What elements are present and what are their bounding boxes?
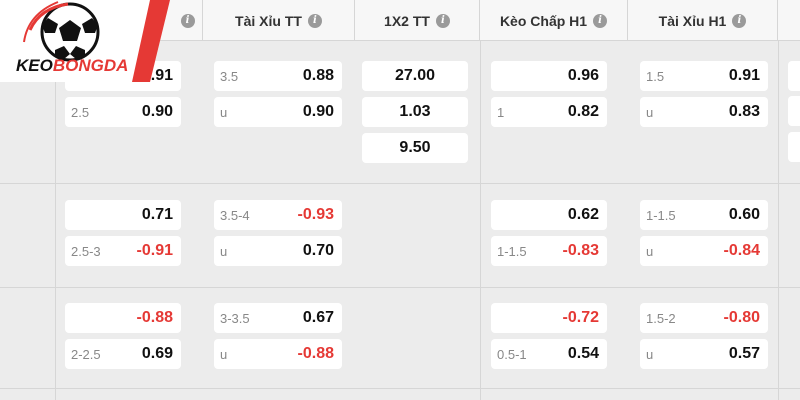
- odds-value: -0.88: [297, 345, 334, 362]
- handicap-line: 1.5-2: [646, 310, 676, 326]
- odds-cell[interactable]: u 0.57: [640, 339, 768, 369]
- header-label: Tài Xỉu TT: [235, 12, 302, 29]
- odds-cell[interactable]: u 0.90: [214, 97, 342, 127]
- handicap-line: 3.5-4: [220, 207, 250, 223]
- odds-value: -0.93: [297, 206, 334, 223]
- handicap-line: 1-1.5: [497, 243, 527, 259]
- logo-text: KEOBONGDA: [16, 56, 128, 75]
- odds-value: -0.80: [723, 309, 760, 326]
- handicap-line: u: [220, 346, 228, 362]
- odds-cell[interactable]: u 0.70: [214, 236, 342, 266]
- odds-cell-partial[interactable]: [788, 61, 800, 91]
- odds-cell[interactable]: 1-1.5 -0.83: [491, 236, 607, 266]
- keobongda-logo[interactable]: KEOBONGDA: [0, 0, 170, 82]
- odds-cell[interactable]: 1.5-2 -0.80: [640, 303, 768, 333]
- odds-cell[interactable]: 1 0.82: [491, 97, 607, 127]
- info-icon[interactable]: i: [732, 13, 747, 28]
- header-label: 1X2 TT: [384, 12, 430, 29]
- odds-value: 0.90: [141, 103, 173, 120]
- odds-cell[interactable]: u -0.88: [214, 339, 342, 369]
- odds-value: 0.88: [302, 67, 334, 84]
- odds-cell[interactable]: u -0.84: [640, 236, 768, 266]
- header-col-tai-xiu-tt: Tài Xỉu TT i: [203, 0, 355, 41]
- row-divider: [0, 183, 800, 184]
- column-divider: [778, 41, 779, 400]
- handicap-line: u: [646, 243, 654, 259]
- odds-cell[interactable]: 2-2.5 0.69: [65, 339, 181, 369]
- handicap-line: u: [220, 104, 228, 120]
- info-icon[interactable]: i: [593, 13, 608, 28]
- odds-cell-1x2[interactable]: 1.03: [362, 97, 468, 127]
- odds-cell[interactable]: 3-3.5 0.67: [214, 303, 342, 333]
- odds-value: 0.69: [141, 345, 173, 362]
- odds-value: 0.90: [302, 103, 334, 120]
- column-divider: [480, 41, 481, 400]
- odds-value: 0.71: [141, 206, 173, 223]
- odds-value: 0.70: [302, 242, 334, 259]
- handicap-line: 3-3.5: [220, 310, 250, 326]
- odds-value: 0.57: [728, 345, 760, 362]
- odds-cell[interactable]: 2.5 0.90: [65, 97, 181, 127]
- odds-value: -0.84: [723, 242, 760, 259]
- odds-value: 0.54: [567, 345, 599, 362]
- odds-cell[interactable]: 1.5 0.91: [640, 61, 768, 91]
- odds-cell[interactable]: 1-1.5 0.60: [640, 200, 768, 230]
- handicap-line: u: [646, 104, 654, 120]
- handicap-line: 1.5: [646, 68, 665, 84]
- odds-cell[interactable]: -0.72: [491, 303, 607, 333]
- odds-value: 0.83: [728, 103, 760, 120]
- odds-cell[interactable]: u 0.83: [640, 97, 768, 127]
- odds-cell[interactable]: 3.5-4 -0.93: [214, 200, 342, 230]
- odds-value: 0.82: [567, 103, 599, 120]
- header-label: Tài Xỉu H1: [658, 12, 727, 29]
- odds-value: -0.91: [136, 242, 173, 259]
- header-col-tai-xiu-h1: Tài Xỉu H1 i: [628, 0, 778, 41]
- odds-cell[interactable]: -0.88: [65, 303, 181, 333]
- odds-cell[interactable]: 0.96: [491, 61, 607, 91]
- odds-cell-1x2[interactable]: 27.00: [362, 61, 468, 91]
- row-divider: [0, 388, 800, 389]
- handicap-line: 3.5: [220, 68, 239, 84]
- odds-value: 27.00: [394, 67, 436, 84]
- handicap-line: 2.5: [71, 104, 90, 120]
- odds-value: -0.88: [136, 309, 173, 326]
- odds-value: 0.91: [728, 67, 760, 84]
- info-icon[interactable]: i: [307, 13, 322, 28]
- odds-cell[interactable]: 2.5-3 -0.91: [65, 236, 181, 266]
- handicap-line: 1: [497, 104, 505, 120]
- odds-cell[interactable]: 0.5-1 0.54: [491, 339, 607, 369]
- handicap-line: 2.5-3: [71, 243, 101, 259]
- odds-value: 0.60: [728, 206, 760, 223]
- odds-value: 0.67: [302, 309, 334, 326]
- handicap-line: 1-1.5: [646, 207, 676, 223]
- handicap-line: 0.5-1: [497, 346, 527, 362]
- info-icon[interactable]: i: [180, 13, 195, 28]
- odds-value: 1.03: [399, 103, 431, 120]
- handicap-line: u: [646, 346, 654, 362]
- odds-cell-1x2[interactable]: 9.50: [362, 133, 468, 163]
- odds-cell[interactable]: 0.62: [491, 200, 607, 230]
- handicap-line: u: [220, 243, 228, 259]
- odds-value: 0.96: [567, 67, 599, 84]
- odds-cell-partial[interactable]: [788, 132, 800, 162]
- odds-cell-partial[interactable]: [788, 96, 800, 126]
- column-divider: [55, 41, 56, 400]
- odds-cell[interactable]: 3.5 0.88: [214, 61, 342, 91]
- odds-value: 9.50: [399, 139, 431, 156]
- info-icon[interactable]: i: [435, 13, 450, 28]
- header-col-1x2-tt: 1X2 TT i: [355, 0, 480, 41]
- handicap-line: 2-2.5: [71, 346, 101, 362]
- row-divider: [0, 287, 800, 288]
- header-col-keo-chap-h1: Kèo Chấp H1 i: [480, 0, 628, 41]
- odds-value: -0.83: [562, 242, 599, 259]
- odds-cell[interactable]: 0.71: [65, 200, 181, 230]
- header-label: Kèo Chấp H1: [499, 12, 588, 29]
- odds-value: -0.72: [562, 309, 599, 326]
- odds-value: 0.62: [567, 206, 599, 223]
